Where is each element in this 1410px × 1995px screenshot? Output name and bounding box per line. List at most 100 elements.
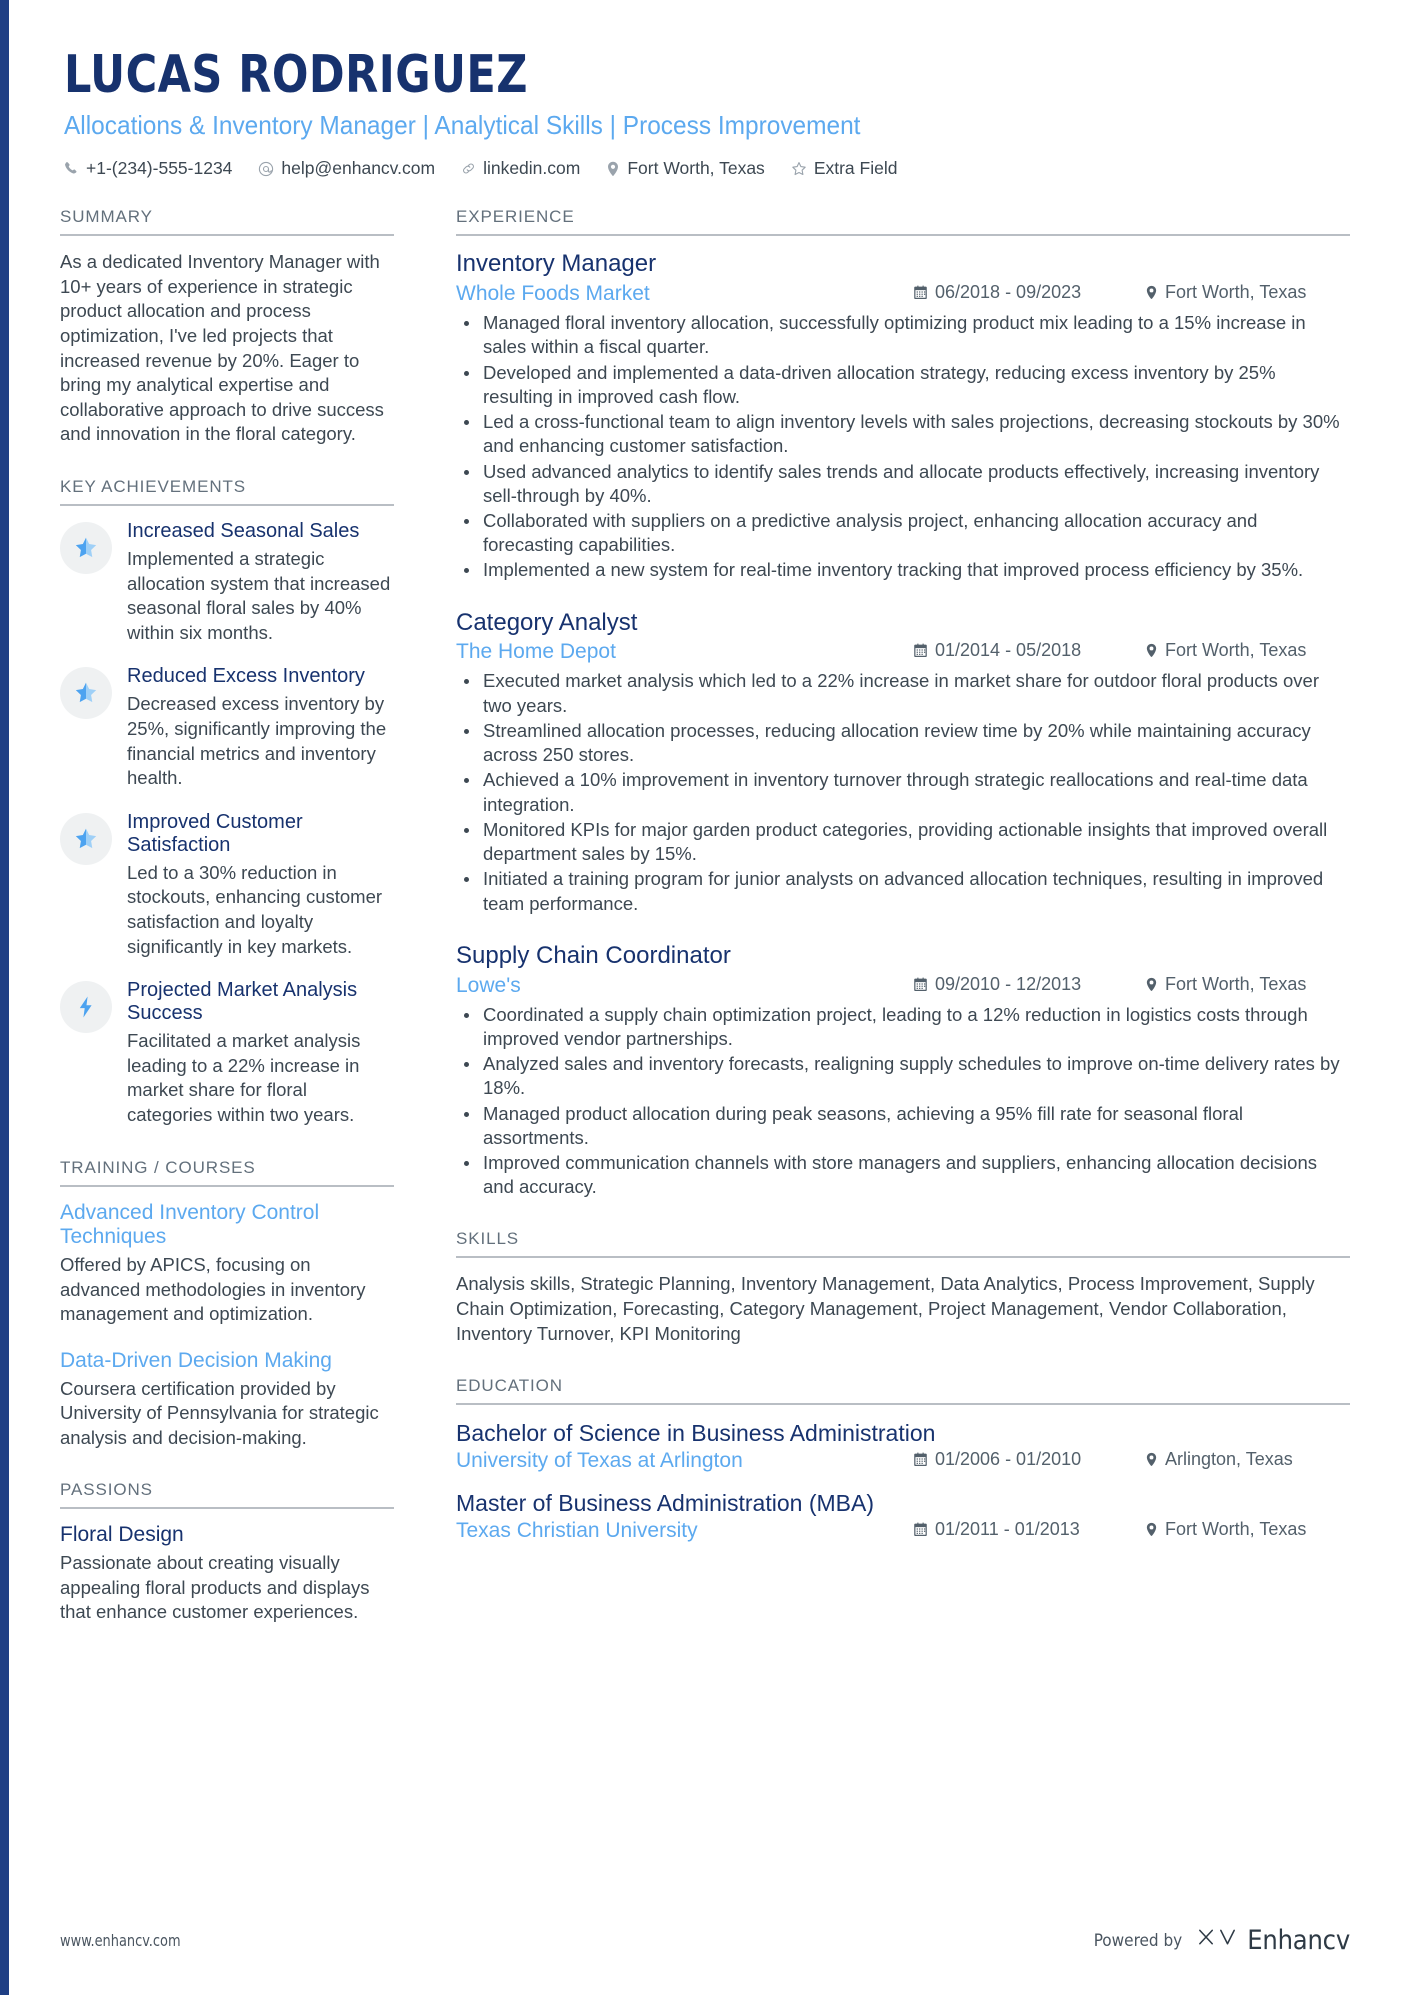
powered-by-label: Powered by	[1093, 1930, 1183, 1951]
left-accent-bar	[0, 0, 9, 1995]
link-icon	[461, 161, 476, 176]
job-location-text: Fort Worth, Texas	[1165, 282, 1307, 303]
achievement-badge	[60, 812, 112, 865]
training-description: Coursera certification provided by Unive…	[60, 1377, 379, 1448]
training-item: Advanced Inventory Control Techniques Of…	[60, 1201, 394, 1327]
contact-location: Fort Worth, Texas	[606, 158, 765, 179]
contact-email-text: help@enhancv.com	[281, 158, 436, 179]
calendar-icon	[913, 1522, 928, 1537]
left-sidebar: SUMMARY As a dedicated Inventory Manager…	[60, 207, 412, 1655]
job-bullet: Developed and implemented a data-driven …	[456, 361, 1350, 409]
resume-page: LUCAS RODRIGUEZ Allocations & Inventory …	[0, 0, 1410, 1995]
location-icon	[1145, 1522, 1158, 1537]
contact-row: +1-(234)-555-1234 help@enhancv.com linke…	[64, 158, 1350, 179]
contact-extra-field: Extra Field	[791, 158, 898, 179]
calendar-icon	[913, 643, 928, 658]
footer-website-url[interactable]: www.enhancv.com	[60, 1931, 181, 1950]
education-date-range: 01/2011 - 01/2013	[913, 1519, 1145, 1540]
achievement-item: Improved Customer Satisfaction Led to a …	[60, 811, 394, 959]
achievement-title: Projected Market Analysis Success	[127, 979, 358, 1025]
section-education: EDUCATION Bachelor of Science in Busines…	[456, 1376, 1350, 1543]
job-bullet: Analyzed sales and inventory forecasts, …	[456, 1052, 1350, 1100]
skills-text: Analysis skills, Strategic Planning, Inv…	[456, 1273, 1315, 1344]
job-bullet: Initiated a training program for junior …	[456, 867, 1350, 915]
job-bullet: Improved communication channels with sto…	[456, 1151, 1350, 1199]
summary-heading: SUMMARY	[60, 207, 394, 237]
achievement-description: Led to a 30% reduction in stockouts, enh…	[127, 861, 383, 957]
job-bullet: Collaborated with suppliers on a predict…	[456, 509, 1350, 557]
calendar-icon	[913, 1452, 928, 1467]
education-meta-row: Texas Christian University 01/2011 - 01/…	[456, 1519, 1350, 1543]
job-dates-text: 06/2018 - 09/2023	[935, 282, 1082, 303]
education-location-text: Arlington, Texas	[1165, 1449, 1293, 1470]
contact-email[interactable]: help@enhancv.com	[258, 158, 435, 179]
passion-item: Floral Design Passionate about creating …	[60, 1523, 394, 1625]
education-item: Master of Business Administration (MBA) …	[456, 1489, 1350, 1543]
job-company: The Home Depot	[456, 640, 616, 664]
education-item: Bachelor of Science in Business Administ…	[456, 1419, 1350, 1473]
page-footer: www.enhancv.com Powered by Enhancv	[60, 1924, 1350, 1957]
training-title: Data-Driven Decision Making	[60, 1348, 332, 1372]
job-meta-row: The Home Depot 01/2014 - 05/2018 Fort Wo…	[456, 640, 1350, 664]
footer-brand: Powered by Enhancv	[1093, 1924, 1351, 1957]
education-dates-text: 01/2011 - 01/2013	[935, 1519, 1080, 1540]
education-school: University of Texas at Arlington	[456, 1449, 743, 1473]
job-bullet: Achieved a 10% improvement in inventory …	[456, 768, 1350, 816]
job-bullet: Managed floral inventory allocation, suc…	[456, 311, 1350, 359]
job-date-range: 06/2018 - 09/2023	[913, 282, 1145, 303]
contact-phone[interactable]: +1-(234)-555-1234	[64, 158, 232, 179]
job-company: Lowe's	[456, 973, 521, 997]
section-skills: SKILLS Analysis skills, Strategic Planni…	[456, 1229, 1350, 1346]
job-dates-text: 01/2014 - 05/2018	[935, 640, 1082, 661]
enhancv-wordmark: Enhancv	[1247, 1925, 1350, 1956]
enhancv-logo: Enhancv	[1196, 1924, 1350, 1957]
job-location: Fort Worth, Texas	[1145, 974, 1350, 995]
job-location: Fort Worth, Texas	[1145, 282, 1350, 303]
location-icon	[1145, 1452, 1158, 1467]
contact-linkedin[interactable]: linkedin.com	[461, 158, 580, 179]
section-passions: PASSIONS Floral Design Passionate about …	[60, 1480, 394, 1625]
half-star-icon	[73, 535, 99, 561]
training-title: Advanced Inventory Control Techniques	[60, 1200, 320, 1249]
job-bullet: Executed market analysis which led to a …	[456, 669, 1350, 717]
star-icon	[791, 161, 807, 177]
contact-extra-field-text: Extra Field	[813, 158, 898, 179]
achievement-item: Projected Market Analysis Success Facili…	[60, 979, 394, 1127]
job-bullet: Led a cross-functional team to align inv…	[456, 410, 1350, 458]
achievement-item: Increased Seasonal Sales Implemented a s…	[60, 520, 394, 645]
section-key-achievements: KEY ACHIEVEMENTS Increased Seasonal Sale…	[60, 477, 394, 1128]
location-icon	[1145, 643, 1158, 658]
training-item: Data-Driven Decision Making Coursera cer…	[60, 1349, 394, 1451]
location-icon	[1145, 977, 1158, 992]
achievement-description: Implemented a strategic allocation syste…	[127, 548, 391, 643]
education-meta-row: University of Texas at Arlington 01/2006…	[456, 1449, 1350, 1473]
achievement-item: Reduced Excess Inventory Decreased exces…	[60, 665, 394, 790]
job-title: Supply Chain Coordinator	[456, 941, 731, 969]
key-achievements-heading: KEY ACHIEVEMENTS	[60, 477, 394, 507]
location-icon	[1145, 285, 1158, 300]
half-star-icon	[73, 680, 99, 706]
education-date-range: 01/2006 - 01/2010	[913, 1449, 1145, 1470]
training-description: Offered by APICS, focusing on advanced m…	[60, 1254, 366, 1325]
passion-description: Passionate about creating visually appea…	[60, 1552, 370, 1623]
job-meta-row: Lowe's 09/2010 - 12/2013 Fort Worth, Tex…	[456, 974, 1350, 998]
achievement-description: Facilitated a market analysis leading to…	[127, 1030, 361, 1125]
job-bullet: Monitored KPIs for major garden product …	[456, 818, 1350, 866]
location-icon	[606, 161, 620, 177]
achievement-badge	[60, 981, 112, 1034]
candidate-name: LUCAS RODRIGUEZ	[64, 45, 528, 105]
job-bullet: Implemented a new system for real-time i…	[456, 558, 1350, 582]
resume-header: LUCAS RODRIGUEZ Allocations & Inventory …	[60, 45, 1350, 179]
job-bullet: Used advanced analytics to identify sale…	[456, 460, 1350, 508]
job-location-text: Fort Worth, Texas	[1165, 640, 1307, 661]
job-bullets: Coordinated a supply chain optimization …	[456, 1003, 1350, 1200]
experience-heading: EXPERIENCE	[456, 207, 1350, 237]
education-dates-text: 01/2006 - 01/2010	[935, 1449, 1082, 1470]
section-experience: EXPERIENCE Inventory Manager Whole Foods…	[456, 207, 1350, 1199]
candidate-headline: Allocations & Inventory Manager | Analyt…	[64, 110, 861, 141]
contact-location-text: Fort Worth, Texas	[627, 158, 765, 179]
contact-phone-text: +1-(234)-555-1234	[86, 158, 233, 179]
calendar-icon	[913, 977, 928, 992]
experience-item: Category Analyst The Home Depot 01/2014 …	[456, 609, 1350, 916]
education-location: Arlington, Texas	[1145, 1449, 1350, 1470]
